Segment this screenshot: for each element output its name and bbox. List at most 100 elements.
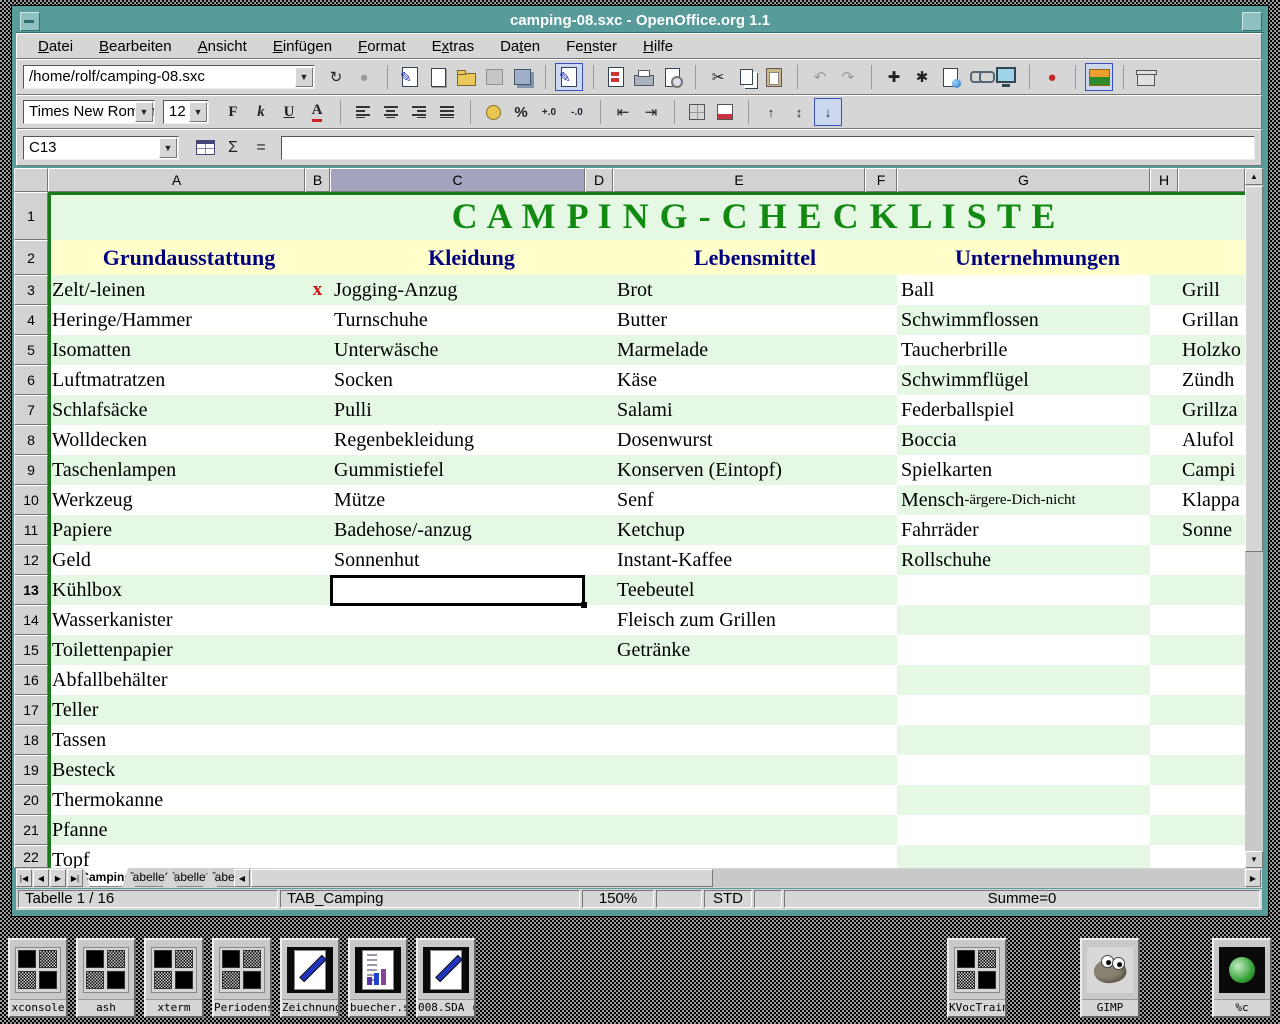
cell-B18[interactable] — [305, 725, 330, 755]
row-header-11[interactable]: 11 — [14, 515, 48, 545]
row-header-3[interactable]: 3 — [14, 275, 48, 305]
cell-H22[interactable] — [1150, 845, 1178, 868]
window-titlebar[interactable]: camping-08.sxc - OpenOffice.org 1.1 — [16, 10, 1264, 33]
cell-C19[interactable] — [330, 755, 585, 785]
cell-H9[interactable] — [1150, 455, 1178, 485]
row-header-19[interactable]: 19 — [14, 755, 48, 785]
row-header-12[interactable]: 12 — [14, 545, 48, 575]
cell-C8[interactable]: Regenbekleidung — [330, 425, 585, 455]
cell-cursor[interactable] — [330, 575, 585, 606]
cell-B7[interactable] — [305, 395, 330, 425]
row-header-15[interactable]: 15 — [14, 635, 48, 665]
cell-D16[interactable] — [585, 665, 613, 695]
print-button[interactable] — [631, 64, 657, 90]
cell-F9[interactable] — [865, 455, 897, 485]
font-size-combobox[interactable]: 12 ▼ — [163, 100, 209, 124]
cell-G6[interactable]: Schwimmflügel — [897, 365, 1150, 395]
cell-G8[interactable]: Boccia — [897, 425, 1150, 455]
cell-F16[interactable] — [865, 665, 897, 695]
cell-I3[interactable]: Grill — [1178, 275, 1245, 305]
desktop-icon-008sdas[interactable]: 008.SDA (s — [416, 938, 476, 1018]
insert-objects-button[interactable] — [937, 64, 963, 90]
cell-F17[interactable] — [865, 695, 897, 725]
column-header-F[interactable]: F — [865, 168, 897, 192]
cell-I4[interactable]: Grillan — [1178, 305, 1245, 335]
align-right-button[interactable] — [406, 99, 432, 125]
percent-button[interactable]: % — [508, 99, 534, 125]
cell-A14[interactable]: Wasserkanister — [48, 605, 305, 635]
cell-F19[interactable] — [865, 755, 897, 785]
open-button[interactable] — [453, 64, 479, 90]
row-header-14[interactable]: 14 — [14, 605, 48, 635]
cell-A10[interactable]: Werkzeug — [48, 485, 305, 515]
row-header-17[interactable]: 17 — [14, 695, 48, 725]
cell-D8[interactable] — [585, 425, 613, 455]
cell-B14[interactable] — [305, 605, 330, 635]
cell-I6[interactable]: Zündh — [1178, 365, 1245, 395]
gallery-button[interactable]: ✱ — [909, 64, 935, 90]
cell-D18[interactable] — [585, 725, 613, 755]
cell-F12[interactable] — [865, 545, 897, 575]
screen-button[interactable] — [993, 64, 1019, 90]
cell-A9[interactable]: Taschenlampen — [48, 455, 305, 485]
cell-C5[interactable]: Unterwäsche — [330, 335, 585, 365]
desktop-icon-zeichnung[interactable]: Zeichnung- — [280, 938, 340, 1018]
cell-D3[interactable] — [585, 275, 613, 305]
cell-B16[interactable] — [305, 665, 330, 695]
remove-decimal-button[interactable]: -.0 — [564, 99, 590, 125]
row-header-20[interactable]: 20 — [14, 785, 48, 815]
row-header-16[interactable]: 16 — [14, 665, 48, 695]
cell-G7[interactable]: Federballspiel — [897, 395, 1150, 425]
menu-fenster[interactable]: Fenster — [553, 38, 630, 55]
cell-A7[interactable]: Schlafsäcke — [48, 395, 305, 425]
cell-H7[interactable] — [1150, 395, 1178, 425]
load-url-button[interactable] — [1133, 64, 1159, 90]
cell-D7[interactable] — [585, 395, 613, 425]
cell-A5[interactable]: Isomatten — [48, 335, 305, 365]
cell-H3[interactable] — [1150, 275, 1178, 305]
cell-C18[interactable] — [330, 725, 585, 755]
cell-D11[interactable] — [585, 515, 613, 545]
cell-D5[interactable] — [585, 335, 613, 365]
first-sheet-icon[interactable]: |◀ — [16, 869, 32, 887]
status-zoom[interactable]: 150% — [582, 890, 654, 908]
cell-D15[interactable] — [585, 635, 613, 665]
row-header-2[interactable]: 2 — [14, 240, 48, 275]
menu-datei[interactable]: Datei — [25, 38, 86, 55]
sheet-tab-camping[interactable]: Camping — [84, 868, 128, 887]
column-header-C[interactable]: C — [330, 168, 585, 192]
cell-B6[interactable] — [305, 365, 330, 395]
cell-G12[interactable]: Rollschuhe — [897, 545, 1150, 575]
borders-button[interactable] — [684, 99, 710, 125]
cell-F21[interactable] — [865, 815, 897, 845]
cell-F14[interactable] — [865, 605, 897, 635]
cell-I8[interactable]: Alufol — [1178, 425, 1245, 455]
cell-E18[interactable] — [613, 725, 865, 755]
save-all-button[interactable] — [509, 64, 535, 90]
cell-H13[interactable] — [1150, 575, 1178, 605]
cell-A11[interactable]: Papiere — [48, 515, 305, 545]
cell-G14[interactable] — [897, 605, 1150, 635]
cell-I18[interactable] — [1178, 725, 1245, 755]
cell-F10[interactable] — [865, 485, 897, 515]
cell-A4[interactable]: Heringe/Hammer — [48, 305, 305, 335]
cell-I21[interactable] — [1178, 815, 1245, 845]
currency-button[interactable] — [480, 99, 506, 125]
desktop-icon-periodensy[interactable]: Periodensy — [212, 938, 272, 1018]
cell-A20[interactable]: Thermokanne — [48, 785, 305, 815]
cell-A17[interactable]: Teller — [48, 695, 305, 725]
cell-E9[interactable]: Konserven (Eintopf) — [613, 455, 865, 485]
row-header-5[interactable]: 5 — [14, 335, 48, 365]
cell-B19[interactable] — [305, 755, 330, 785]
menu-einfgen[interactable]: Einfügen — [260, 38, 345, 55]
background-color-button[interactable] — [712, 99, 738, 125]
export-pdf-button[interactable] — [603, 64, 629, 90]
cell-F8[interactable] — [865, 425, 897, 455]
cell-C12[interactable]: Sonnenhut — [330, 545, 585, 575]
cell-D21[interactable] — [585, 815, 613, 845]
cell-E6[interactable]: Käse — [613, 365, 865, 395]
horizontal-scroll-thumb[interactable] — [251, 869, 713, 887]
hyperlink-button[interactable] — [965, 64, 991, 90]
cell-H17[interactable] — [1150, 695, 1178, 725]
cell-C22[interactable] — [330, 845, 585, 868]
